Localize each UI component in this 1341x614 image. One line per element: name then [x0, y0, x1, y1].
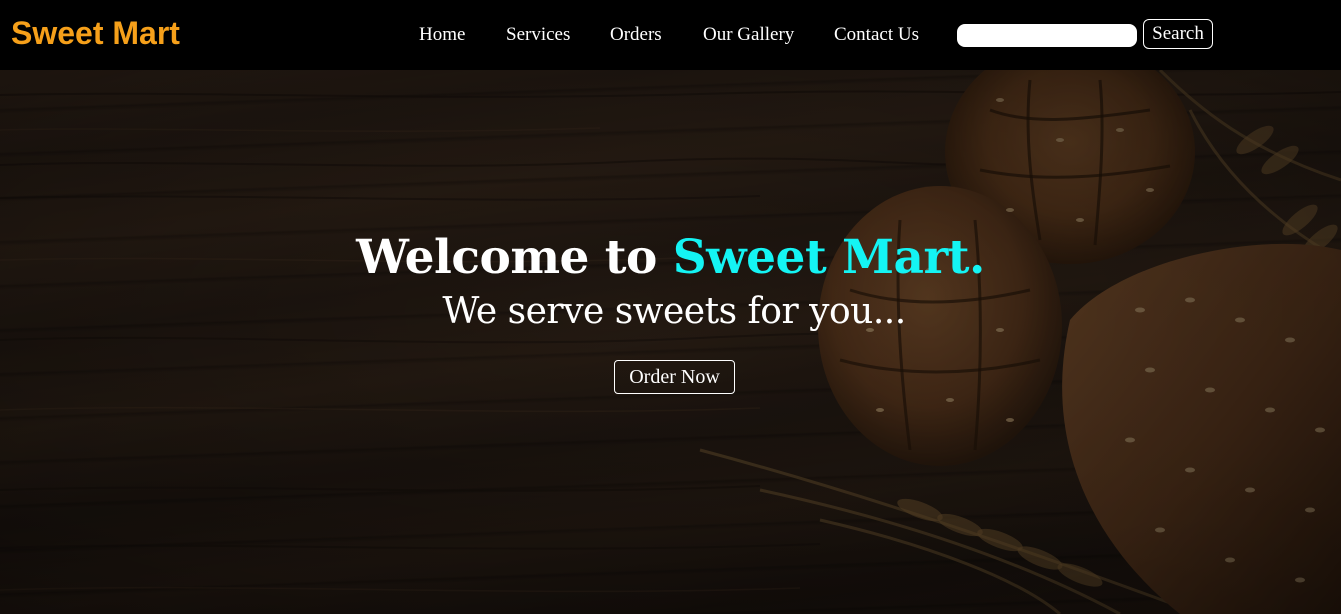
hero-title: Welcome to Sweet Mart. — [0, 230, 1341, 286]
order-now-button[interactable]: Order Now — [614, 360, 735, 394]
search-input[interactable] — [957, 24, 1137, 47]
nav-link-services[interactable]: Services — [506, 24, 570, 46]
hero-title-prefix: Welcome to — [356, 230, 673, 285]
nav-link-orders[interactable]: Orders — [610, 24, 662, 46]
search-button[interactable]: Search — [1143, 19, 1213, 49]
brand-logo-text[interactable]: Sweet Mart — [11, 13, 180, 53]
hero-subtitle: We serve sweets for you... — [442, 291, 906, 332]
nav-link-contact-us[interactable]: Contact Us — [834, 24, 919, 46]
hero-title-accent: Sweet Mart. — [672, 230, 986, 285]
navbar: Sweet Mart Home Services Orders Our Gall… — [0, 0, 1341, 70]
hero-overlay — [0, 70, 1341, 614]
hero-section — [0, 70, 1341, 614]
nav-link-home[interactable]: Home — [419, 24, 465, 46]
nav-link-our-gallery[interactable]: Our Gallery — [703, 24, 794, 46]
